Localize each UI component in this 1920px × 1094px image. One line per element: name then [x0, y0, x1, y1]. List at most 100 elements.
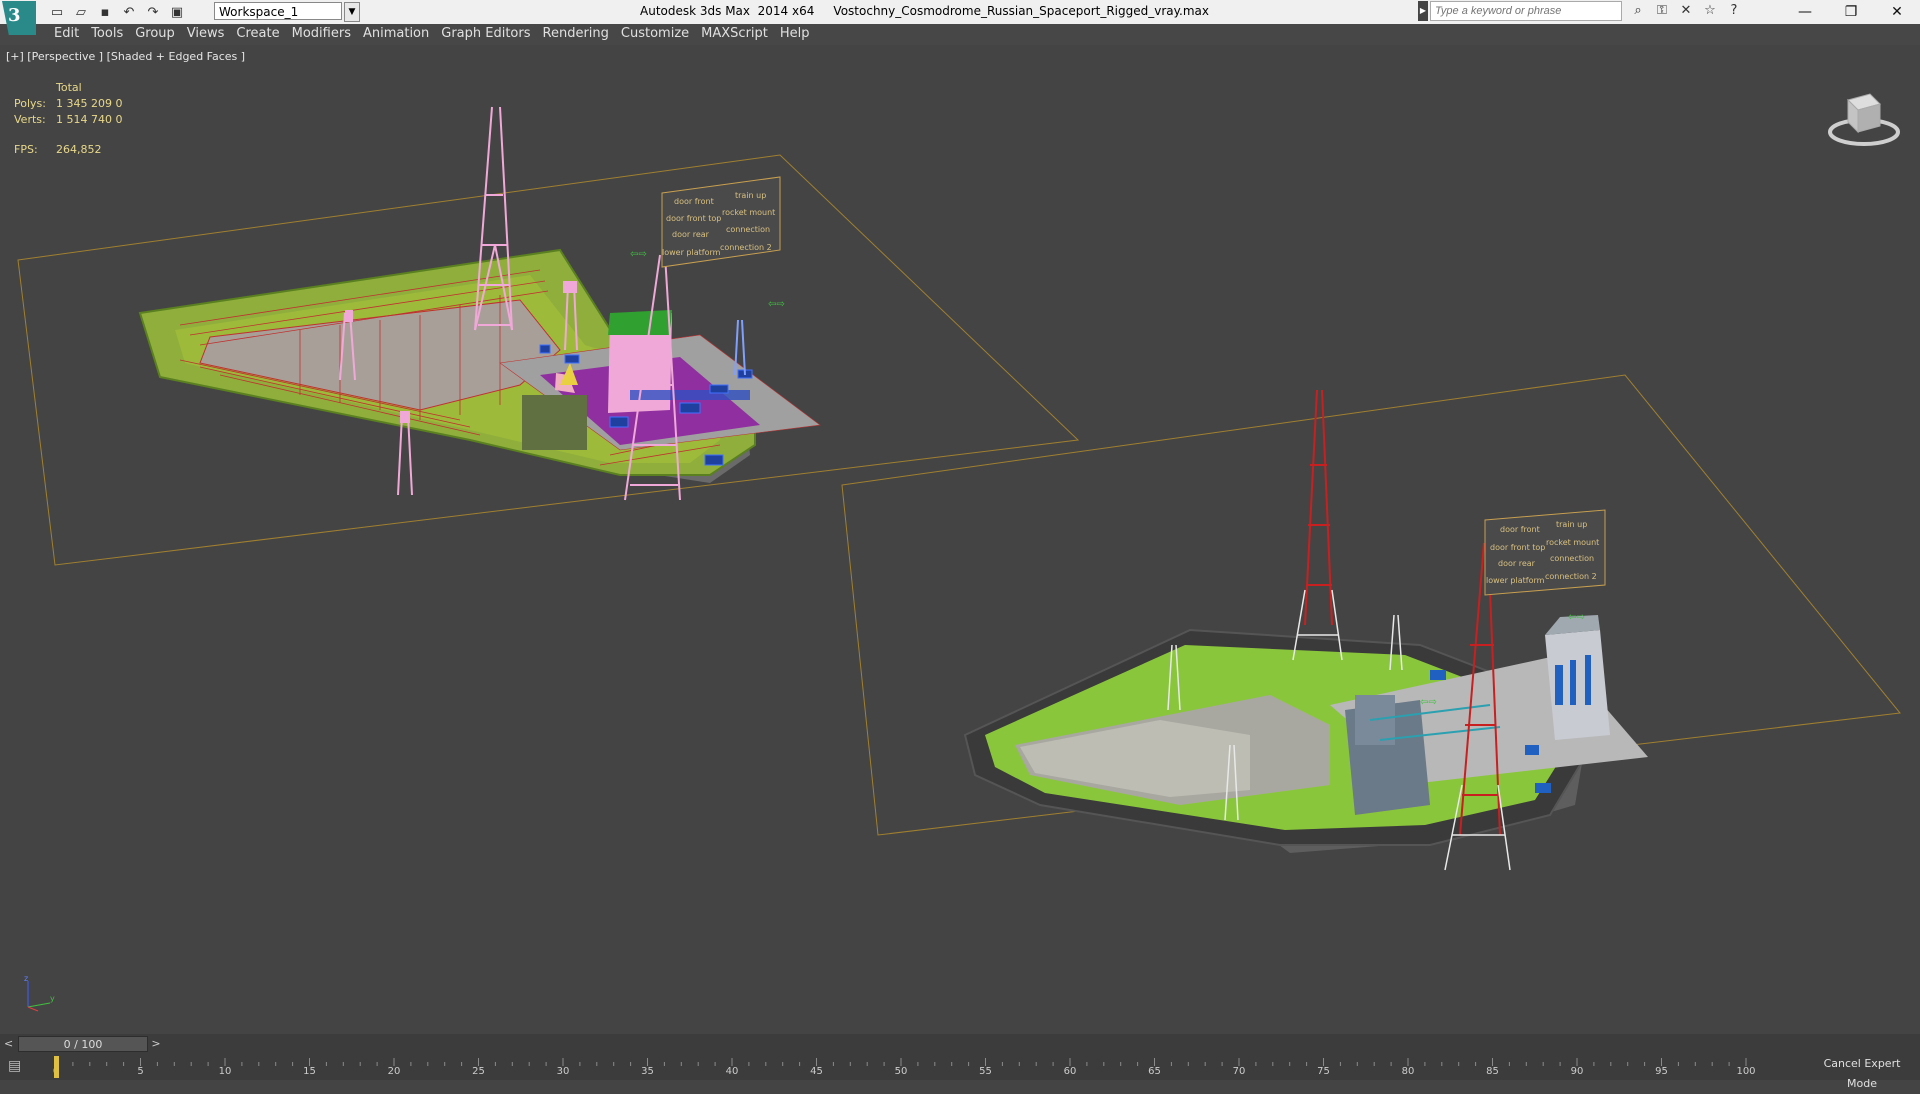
- svg-text:connection 2: connection 2: [720, 243, 772, 252]
- track-bar[interactable]: 0510152025303540455055606570758085909510…: [48, 1056, 1778, 1078]
- track-tick-label: 50: [894, 1066, 908, 1077]
- track-tick-label: 90: [1570, 1066, 1584, 1077]
- track-tick-label: 75: [1317, 1066, 1330, 1077]
- menu-help[interactable]: Help: [780, 26, 822, 41]
- menu-bar: Edit Tools Group Views Create Modifiers …: [0, 24, 1920, 45]
- fps-value: 264,852: [56, 143, 102, 156]
- svg-text:rocket mount: rocket mount: [1546, 538, 1599, 547]
- timeline-area: < 0 / 100 > ▤ 05101520253035404550556065…: [0, 1034, 1920, 1090]
- svg-text:⇦⇨: ⇦⇨: [1568, 612, 1585, 623]
- quick-access-toolbar: ▭ ▱ ▪ ↶ ↷ ▣: [46, 2, 188, 22]
- save-icon[interactable]: ▪: [94, 2, 116, 22]
- track-tick-label: 65: [1148, 1066, 1161, 1077]
- menu-maxscript[interactable]: MAXScript: [701, 26, 780, 41]
- track-tick-label: 70: [1232, 1066, 1246, 1077]
- verts-label: Verts:: [14, 113, 46, 126]
- svg-text:z: z: [24, 975, 28, 983]
- track-tick-label: 85: [1486, 1066, 1499, 1077]
- verts-value: 1 514 740 0: [56, 113, 123, 126]
- track-tick-label: 55: [979, 1066, 992, 1077]
- redo-icon[interactable]: ↷: [142, 2, 164, 22]
- svg-text:door front top: door front top: [1490, 543, 1545, 552]
- track-tick-label: 100: [1736, 1066, 1756, 1077]
- key-icon[interactable]: ⚿: [1652, 1, 1672, 21]
- project-folder-icon[interactable]: ▣: [166, 2, 188, 22]
- menu-graph-editors[interactable]: Graph Editors: [441, 26, 542, 41]
- new-file-icon[interactable]: ▭: [46, 2, 68, 22]
- restore-icon[interactable]: ❐: [1828, 0, 1874, 24]
- time-slider-thumb[interactable]: 0 / 100: [18, 1036, 148, 1052]
- shaded-launch-pad: door front train up door front toprocket …: [963, 389, 1648, 871]
- svg-text:lower platform: lower platform: [662, 248, 721, 257]
- title-bar: 3 ▭ ▱ ▪ ↶ ↷ ▣ Workspace_1 ▼ Autodesk 3ds…: [0, 0, 1920, 35]
- track-tick-label: 95: [1655, 1066, 1668, 1077]
- window-controls: — ❐ ✕: [1782, 0, 1920, 24]
- menu-animation[interactable]: Animation: [363, 26, 441, 41]
- menu-group[interactable]: Group: [135, 26, 187, 41]
- app-logo-icon: 3: [8, 5, 21, 26]
- menu-rendering[interactable]: Rendering: [543, 26, 621, 41]
- close-icon[interactable]: ✕: [1874, 0, 1920, 24]
- stats-header: Total: [56, 81, 82, 94]
- help-icon[interactable]: ?: [1724, 1, 1744, 21]
- open-folder-icon[interactable]: ▱: [70, 2, 92, 22]
- menu-modifiers[interactable]: Modifiers: [292, 26, 363, 41]
- svg-text:rocket mount: rocket mount: [722, 208, 775, 217]
- undo-icon[interactable]: ↶: [118, 2, 140, 22]
- track-tick-label: 5: [137, 1066, 144, 1077]
- track-tick-label: 60: [1063, 1066, 1077, 1077]
- svg-text:door front top: door front top: [666, 214, 721, 223]
- track-tick-label: 10: [218, 1066, 232, 1077]
- binoculars-icon[interactable]: ⌕: [1628, 1, 1648, 21]
- axis-tripod-icon: z y: [24, 975, 55, 1012]
- time-slider: < 0 / 100 >: [0, 1036, 1920, 1052]
- svg-text:lower platform: lower platform: [1486, 576, 1545, 585]
- track-tick-label: 45: [810, 1066, 823, 1077]
- search-expand-icon[interactable]: ▶: [1418, 1, 1428, 21]
- svg-text:door front: door front: [674, 197, 714, 206]
- viewcube-icon[interactable]: [1826, 80, 1902, 150]
- fps-label: FPS:: [14, 143, 38, 156]
- menu-customize[interactable]: Customize: [621, 26, 701, 41]
- communication-icon[interactable]: ✕: [1676, 1, 1696, 21]
- svg-text:y: y: [50, 994, 55, 1003]
- svg-text:door front: door front: [1500, 525, 1540, 534]
- svg-text:door rear: door rear: [672, 230, 710, 239]
- menu-edit[interactable]: Edit: [54, 26, 91, 41]
- svg-text:connection 2: connection 2: [1545, 572, 1597, 581]
- polys-label: Polys:: [14, 97, 46, 110]
- search-input[interactable]: [1430, 1, 1622, 21]
- chevron-down-icon[interactable]: ▼: [344, 2, 360, 22]
- next-frame-button[interactable]: >: [150, 1036, 162, 1052]
- svg-text:train up: train up: [1556, 520, 1587, 529]
- menu-views[interactable]: Views: [187, 26, 237, 41]
- workspace-dropdown[interactable]: Workspace_1: [214, 2, 342, 20]
- wireframe-launch-pad: door front train up door front top rocke…: [138, 106, 821, 501]
- window-title: Autodesk 3ds Max 2014 x64 Vostochny_Cosm…: [640, 4, 1209, 18]
- svg-text:connection: connection: [726, 225, 770, 234]
- minimize-icon[interactable]: —: [1782, 0, 1828, 24]
- svg-text:⇦⇨: ⇦⇨: [1420, 697, 1437, 708]
- polys-value: 1 345 209 0: [56, 97, 123, 110]
- svg-text:⇦⇨: ⇦⇨: [768, 299, 785, 310]
- viewport-statistics: Total Polys: 1 345 209 0 Verts: 1 514 740 …: [14, 80, 122, 158]
- svg-text:⇦⇨: ⇦⇨: [630, 249, 647, 260]
- track-tick-label: 30: [556, 1066, 570, 1077]
- track-tick-label: 25: [472, 1066, 485, 1077]
- track-tick-label: 20: [387, 1066, 401, 1077]
- svg-text:connection: connection: [1550, 554, 1594, 563]
- track-tick-label: 40: [725, 1066, 739, 1077]
- cancel-expert-mode-button[interactable]: Cancel Expert Mode: [1808, 1054, 1916, 1090]
- menu-tools[interactable]: Tools: [91, 26, 135, 41]
- viewport-scene: door front train up door front top rocke…: [17, 106, 1901, 871]
- infocenter: ▶ ⌕ ⚿ ✕ ☆ ?: [1418, 1, 1744, 21]
- menu-create[interactable]: Create: [236, 26, 291, 41]
- track-tick-label: 15: [303, 1066, 316, 1077]
- prev-frame-button[interactable]: <: [4, 1036, 16, 1052]
- star-icon[interactable]: ☆: [1700, 1, 1720, 21]
- viewport-label[interactable]: [+] [Perspective ] [Shaded + Edged Faces…: [6, 50, 245, 63]
- current-frame-marker[interactable]: [54, 1056, 59, 1078]
- perspective-viewport[interactable]: door front train up door front top rocke…: [0, 45, 1920, 1034]
- mini-curve-editor-icon[interactable]: ▤: [8, 1058, 30, 1076]
- svg-text:train up: train up: [735, 191, 766, 200]
